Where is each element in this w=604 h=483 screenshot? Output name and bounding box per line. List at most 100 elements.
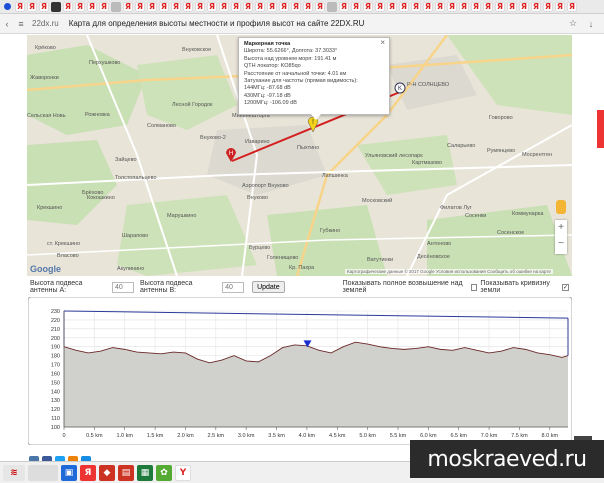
taskbar-search[interactable] (28, 464, 58, 481)
map-place-label: Рожновка (85, 112, 110, 118)
yandex-tab-icon[interactable]: Я (339, 1, 349, 12)
browser-tab-icon[interactable] (111, 1, 121, 12)
taskbar-app-blue-icon[interactable]: ▣ (61, 464, 77, 481)
yandex-tab-icon[interactable]: Я (207, 1, 217, 12)
map-place-label: Власово (57, 253, 79, 259)
start-button[interactable]: ≋ (3, 464, 25, 481)
map-place-label: Толстопальцево (115, 175, 157, 181)
yandex-tab-icon[interactable]: Я (483, 1, 493, 12)
map-place-label: Саларьево (447, 143, 476, 149)
x-tick-label: 2.0 km (177, 433, 194, 439)
bookmark-icon[interactable]: ☆ (566, 17, 580, 31)
yandex-tab-icon[interactable]: Я (375, 1, 385, 12)
browser-tab-icon[interactable] (51, 1, 61, 12)
yandex-tab-icon[interactable]: Я (99, 1, 109, 12)
browser-tab-icon[interactable] (327, 1, 337, 12)
start-marker[interactable]: K (394, 82, 406, 96)
yandex-tab-icon[interactable]: Я (447, 1, 457, 12)
yandex-tab-icon[interactable]: Я (567, 1, 577, 12)
yandex-tab-icon[interactable]: Я (411, 1, 421, 12)
powerpoint-icon[interactable]: ▤ (118, 464, 134, 481)
x-tick-label: 4.5 km (329, 433, 346, 439)
yandex-tab-icon[interactable]: Я (291, 1, 301, 12)
yandex-tab-icon[interactable]: Я (351, 1, 361, 12)
browser-tab-icon[interactable] (4, 3, 11, 10)
show-full-checkbox[interactable] (471, 283, 478, 291)
map-place-label: Десёновское (417, 254, 450, 260)
page-margin-left (0, 34, 27, 454)
close-icon[interactable]: × (380, 38, 385, 46)
yandex-tab-icon[interactable]: Я (363, 1, 373, 12)
yandex-tab-icon[interactable]: Я (159, 1, 169, 12)
url-text[interactable]: 22dx.ru (32, 19, 59, 28)
yandex-tab-icon[interactable]: Я (555, 1, 565, 12)
y-tick-label: 210 (51, 327, 60, 333)
yandex-tab-icon[interactable]: Я (195, 1, 205, 12)
download-icon[interactable]: ↓ (584, 17, 598, 31)
map-place-label: Говорово (489, 115, 513, 121)
yandex-tab-icon[interactable]: Я (63, 1, 73, 12)
yandex-tab-icon[interactable]: Я (303, 1, 313, 12)
yandex-tab-icon[interactable]: Я (279, 1, 289, 12)
map-place-label: Коммунарка (512, 211, 544, 217)
pdf-app-icon[interactable]: ◆ (99, 464, 115, 481)
yandex-tab-icon[interactable]: Я (507, 1, 517, 12)
yandex-tab-icon[interactable]: Я (147, 1, 157, 12)
map-place-label: Губкино (320, 228, 341, 234)
end-marker[interactable]: H (225, 147, 237, 162)
yandex-icon[interactable]: Y (175, 464, 191, 481)
yandex-tab-icon[interactable]: Я (315, 1, 325, 12)
show-curve-checkbox[interactable] (562, 283, 569, 291)
yandex-tab-icon[interactable]: Я (423, 1, 433, 12)
yandex-tab-icon[interactable]: Я (39, 1, 49, 12)
popup-heading: Маркерная точка (244, 41, 291, 47)
map-place-label: Пыхтино (297, 145, 320, 151)
yandex-tab-icon[interactable]: Я (243, 1, 253, 12)
map-place-label: Марушкино (167, 213, 197, 219)
excel-icon[interactable]: ▦ (137, 464, 153, 481)
map-place-label: Шарапово (122, 233, 149, 239)
update-button[interactable]: Update (252, 281, 285, 293)
yandex-tab-icon[interactable]: Я (531, 1, 541, 12)
zoom-in-button[interactable]: + (555, 220, 567, 236)
terrain-area (64, 342, 568, 427)
antenna-a-input[interactable] (112, 281, 135, 293)
map-attribution[interactable]: Картографические данные © 2017 Google Ус… (345, 269, 553, 274)
yandex-tab-icon[interactable]: Я (171, 1, 181, 12)
back-icon[interactable]: ‹ (0, 17, 14, 31)
yandex-tab-icon[interactable]: Я (123, 1, 133, 12)
antenna-b-input[interactable] (222, 281, 245, 293)
yandex-tab-icon[interactable]: Я (399, 1, 409, 12)
yandex-tab-icon[interactable]: Я (27, 1, 37, 12)
yandex-tab-icon[interactable]: Я (435, 1, 445, 12)
settings-app-icon[interactable]: ✿ (156, 464, 172, 481)
yandex-tab-icon[interactable]: Я (231, 1, 241, 12)
address-bar: ‹ ≡ 22dx.ru Карта для определения высоты… (0, 14, 604, 34)
show-full-label: Показывать полное возвышение над землей (342, 280, 463, 294)
yandex-tab-icon[interactable]: Я (267, 1, 277, 12)
y-tick-label: 100 (51, 425, 60, 431)
yandex-tab-icon[interactable]: Я (15, 1, 25, 12)
x-tick-label: 6.5 km (450, 433, 467, 439)
yandex-tab-icon[interactable]: Я (387, 1, 397, 12)
yandex-browser-icon[interactable]: Я (80, 464, 96, 481)
street-view-icon[interactable] (556, 200, 566, 214)
popup-tail (311, 114, 321, 120)
popup-line: 430МГц: -97.18 dB (244, 92, 291, 99)
zoom-out-button[interactable]: − (555, 236, 567, 252)
side-tab-marker[interactable] (597, 110, 604, 148)
map-place-label: Бурцево (249, 245, 271, 251)
yandex-tab-icon[interactable]: Я (471, 1, 481, 12)
yandex-tab-icon[interactable]: Я (87, 1, 97, 12)
yandex-tab-icon[interactable]: Я (75, 1, 85, 12)
yandex-tab-icon[interactable]: Я (459, 1, 469, 12)
yandex-tab-icon[interactable]: Я (543, 1, 553, 12)
yandex-tab-icon[interactable]: Я (255, 1, 265, 12)
yandex-tab-icon[interactable]: Я (519, 1, 529, 12)
yandex-tab-icon[interactable]: Я (183, 1, 193, 12)
yandex-tab-icon[interactable]: Я (135, 1, 145, 12)
yandex-tab-icon[interactable]: Я (495, 1, 505, 12)
elevation-profile-chart[interactable]: 100 110 120 130 140 150 160 170 180 190 200 210 220 2… (28, 297, 572, 445)
menu-icon[interactable]: ≡ (14, 17, 28, 31)
yandex-tab-icon[interactable]: Я (219, 1, 229, 12)
